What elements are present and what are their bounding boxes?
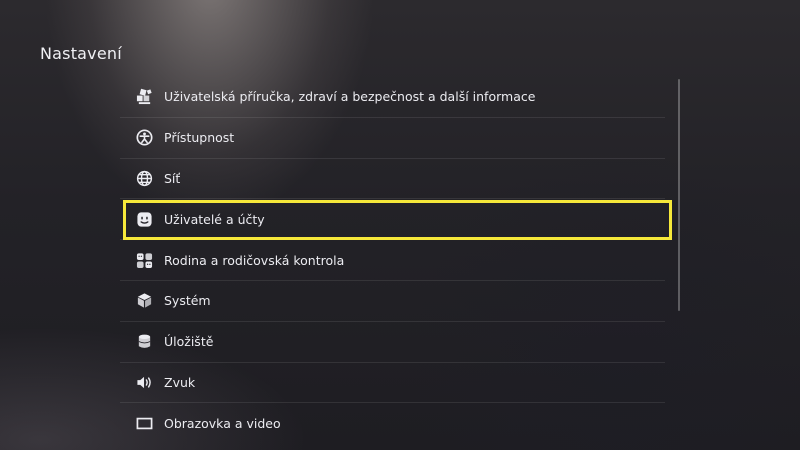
menu-item-family-parental[interactable]: Rodina a rodičovská kontrola — [120, 240, 665, 281]
cube-icon — [135, 292, 153, 310]
menu-item-label: Obrazovka a video — [164, 416, 281, 432]
menu-item-label: Uživatelská příručka, zdraví a bezpečnos… — [164, 89, 536, 105]
menu-item-display-video[interactable]: Obrazovka a video — [120, 403, 665, 444]
speaker-icon — [135, 373, 153, 391]
menu-item-network[interactable]: Síť — [120, 159, 665, 200]
accessibility-icon — [135, 129, 153, 147]
display-icon — [135, 415, 153, 433]
user-face-icon — [135, 210, 153, 228]
menu-item-label: Přístupnost — [164, 130, 235, 146]
menu-item-label: Systém — [164, 293, 211, 309]
menu-item-users-accounts[interactable]: Uživatelé a účty — [120, 199, 672, 241]
manual-icon — [135, 88, 153, 106]
menu-item-label: Uživatelé a účty — [164, 211, 265, 227]
storage-icon — [135, 333, 153, 351]
globe-icon — [135, 169, 153, 187]
menu-item-system[interactable]: Systém — [120, 281, 665, 322]
menu-item-label: Síť — [164, 170, 181, 186]
menu-item-accessibility[interactable]: Přístupnost — [120, 118, 665, 159]
menu-item-label: Úložiště — [164, 334, 214, 350]
settings-menu: Uživatelská příručka, zdraví a bezpečnos… — [120, 77, 672, 444]
scrollbar[interactable] — [678, 79, 680, 311]
family-icon — [135, 251, 153, 269]
menu-item-sound[interactable]: Zvuk — [120, 363, 665, 404]
menu-item-label: Rodina a rodičovská kontrola — [164, 252, 345, 268]
menu-item-user-guide[interactable]: Uživatelská příručka, zdraví a bezpečnos… — [120, 77, 665, 118]
menu-item-storage[interactable]: Úložiště — [120, 322, 665, 363]
menu-item-label: Zvuk — [164, 374, 196, 390]
page-title: Nastavení — [40, 43, 122, 63]
